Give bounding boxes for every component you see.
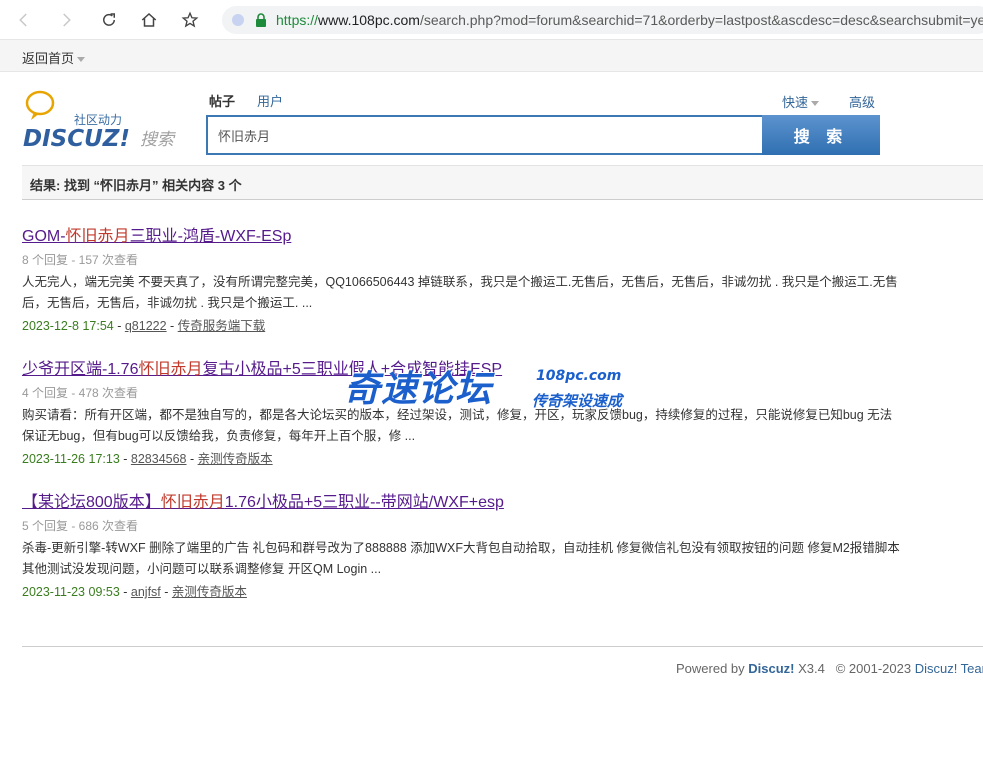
search-input[interactable] <box>206 115 763 155</box>
quick-search-dropdown[interactable]: 快速 <box>782 92 820 111</box>
logo-suffix: 搜索 <box>140 130 176 150</box>
result-summary: 结果: 找到 “怀旧赤月” 相关内容 3 个 <box>30 178 242 193</box>
title-part: 少爷开区端-1.76 <box>22 361 139 378</box>
result-item: GOM-怀旧赤月三职业-鸿盾-WXF-ESp 8 个回复 - 157 次查看 人… <box>22 225 902 336</box>
result-title-link[interactable]: GOM-怀旧赤月三职业-鸿盾-WXF-ESp <box>22 225 902 249</box>
footer-credits: Powered by Discuz! X3.4 © 2001-2023 Disc… <box>676 661 983 676</box>
back-arrow-icon[interactable] <box>12 8 36 32</box>
quick-label: 快速 <box>782 95 809 110</box>
title-highlight: 怀旧赤月 <box>65 228 130 245</box>
title-highlight: 怀旧赤月 <box>160 494 225 511</box>
back-home-link[interactable]: 返回首页 <box>22 48 86 67</box>
result-author-link[interactable]: anjfsf <box>131 585 161 599</box>
top-navigation-strip: 返回首页 <box>0 40 983 72</box>
url-protocol: https:// <box>276 12 319 28</box>
search-form: 搜 索 <box>206 115 880 155</box>
title-part: 复古小极品+5三职业假人+合成智能挂ESP <box>202 361 503 378</box>
chevron-down-icon <box>77 57 86 63</box>
footer-divider <box>22 646 983 647</box>
site-info-icon[interactable] <box>232 14 244 26</box>
result-summary-bar: 结果: 找到 “怀旧赤月” 相关内容 3 个 <box>22 165 983 200</box>
discuz-search-logo[interactable]: 社区动力 DISCUZ! 搜索 <box>22 86 187 156</box>
forward-arrow-icon[interactable] <box>54 8 78 32</box>
footer-copyright: © 2001-2023 <box>835 661 915 676</box>
result-meta: 5 个回复 - 686 次查看 <box>22 519 139 533</box>
footer-version: X3.4 <box>794 661 825 676</box>
back-home-label: 返回首页 <box>22 51 75 66</box>
url-host: www.108pc.com <box>318 12 420 28</box>
result-date: 2023-11-26 17:13 <box>22 452 120 466</box>
title-part: 三职业-鸿盾-WXF-ESp <box>129 228 292 245</box>
star-bookmark-icon[interactable] <box>178 8 202 32</box>
result-date: 2023-11-23 09:53 <box>22 585 120 599</box>
result-snippet: 购买请看：所有开区端，都不是独自写的，都是各大论坛买的版本，经过架设，测试，修复… <box>22 408 893 443</box>
result-author-link[interactable]: 82834568 <box>131 452 187 466</box>
home-icon[interactable] <box>137 8 161 32</box>
result-footer: 2023-11-26 17:13 - 82834568 - 亲测传奇版本 <box>22 452 273 466</box>
search-button[interactable]: 搜 索 <box>762 115 880 155</box>
footer-powered: Powered by <box>676 661 749 676</box>
lock-icon <box>256 13 266 27</box>
result-footer: 2023-12-8 17:54 - q81222 - 传奇服务端下载 <box>22 319 266 333</box>
title-part: 1.76小极品+5三职业--带网站/WXF+esp <box>224 494 504 511</box>
result-item: 【某论坛800版本】怀旧赤月1.76小极品+5三职业--带网站/WXF+esp … <box>22 491 902 602</box>
result-item: 少爷开区端-1.76怀旧赤月复古小极品+5三职业假人+合成智能挂ESP 4 个回… <box>22 358 902 469</box>
results-list: GOM-怀旧赤月三职业-鸿盾-WXF-ESp 8 个回复 - 157 次查看 人… <box>22 225 902 624</box>
result-meta: 4 个回复 - 478 次查看 <box>22 386 139 400</box>
title-highlight: 怀旧赤月 <box>138 361 203 378</box>
reload-icon[interactable] <box>97 8 121 32</box>
result-forum-link[interactable]: 亲测传奇版本 <box>198 452 273 466</box>
logo-brand: DISCUZ! <box>23 126 130 152</box>
title-part: 【某论坛800版本】 <box>22 494 161 511</box>
result-date: 2023-12-8 17:54 <box>22 319 114 333</box>
footer-brand-link[interactable]: Discuz! <box>748 661 794 676</box>
chevron-down-icon <box>811 101 820 107</box>
result-title-link[interactable]: 【某论坛800版本】怀旧赤月1.76小极品+5三职业--带网站/WXF+esp <box>22 491 902 515</box>
result-author-link[interactable]: q81222 <box>125 319 167 333</box>
logo-tagline: 社区动力 <box>74 112 122 127</box>
url-path: /search.php?mod=forum&searchid=71&orderb… <box>419 12 983 28</box>
result-footer: 2023-11-23 09:53 - anjfsf - 亲测传奇版本 <box>22 585 247 599</box>
title-part: GOM- <box>22 228 66 245</box>
result-meta: 8 个回复 - 157 次查看 <box>22 253 139 267</box>
address-bar[interactable]: https://www.108pc.com/search.php?mod=for… <box>222 6 983 34</box>
tab-users[interactable]: 用户 <box>257 91 283 110</box>
result-forum-link[interactable]: 亲测传奇版本 <box>172 585 247 599</box>
footer-team-link[interactable]: Discuz! Team. <box>915 661 983 676</box>
result-snippet: 人无完人，端无完美 不要天真了，没有所谓完整完美，QQ1066506443 掉链… <box>22 275 898 310</box>
result-snippet: 杀毒-更新引擎-转WXF 删除了端里的广告 礼包码和群号改为了888888 添加… <box>22 541 900 576</box>
result-title-link[interactable]: 少爷开区端-1.76怀旧赤月复古小极品+5三职业假人+合成智能挂ESP <box>22 358 902 382</box>
tab-posts[interactable]: 帖子 <box>209 91 235 110</box>
browser-toolbar: https://www.108pc.com/search.php?mod=for… <box>0 0 983 40</box>
result-forum-link[interactable]: 传奇服务端下载 <box>178 319 266 333</box>
url-text: https://www.108pc.com/search.php?mod=for… <box>276 10 983 30</box>
advanced-search-link[interactable]: 高级 <box>849 92 875 111</box>
